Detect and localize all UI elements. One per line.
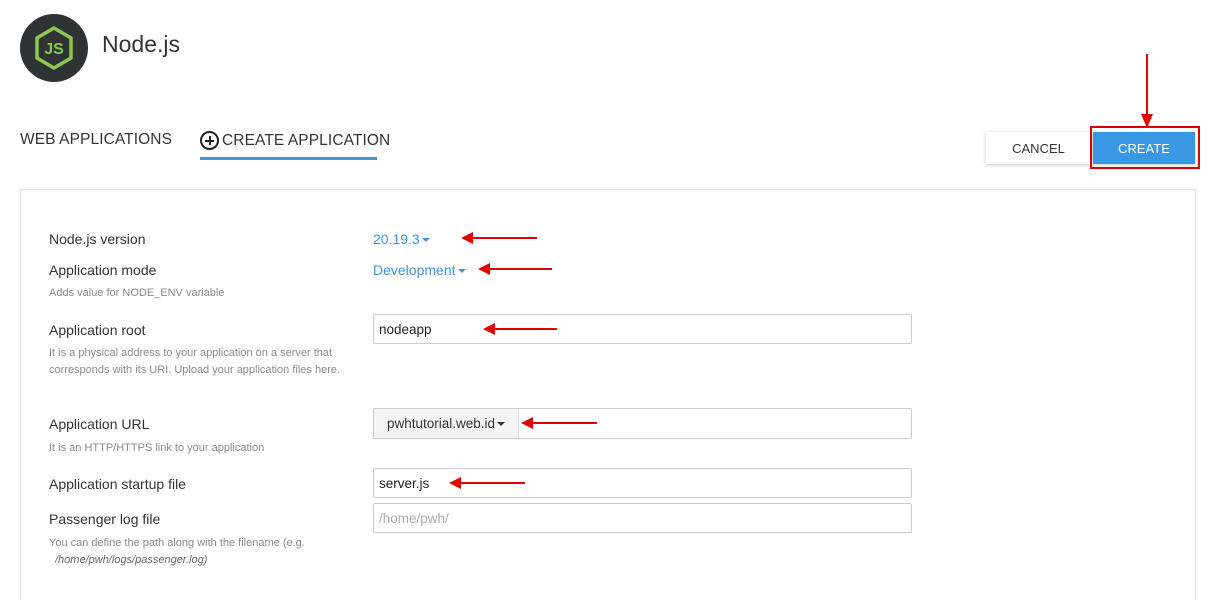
app-mode-label: Application mode [49,262,157,278]
caret-down-icon [457,269,466,274]
log-file-hint-example: /home/pwh/logs/passenger.log) [55,554,208,566]
create-button-highlight [1090,126,1200,169]
annotation-arrow [1141,54,1153,128]
app-mode-value: Development [373,262,456,278]
startup-file-input[interactable] [373,468,912,498]
app-root-hint: It is a physical address to your applica… [49,347,341,376]
svg-text:JS: JS [44,41,64,58]
app-root-label: Application root [49,322,146,338]
app-mode-dropdown[interactable]: Development [373,262,466,278]
caret-down-icon [421,238,430,243]
nodejs-logo-icon: JS [20,14,88,82]
app-url-path-input[interactable] [519,409,911,438]
tab-web-applications[interactable]: WEB APPLICATIONS [20,131,172,149]
active-tab-indicator [200,157,377,160]
log-file-hint-text: You can define the path along with the f… [49,537,305,549]
app-url-hint: It is an HTTP/HTTPS link to your applica… [49,442,265,454]
app-url-label: Application URL [49,416,150,432]
app-mode-hint: Adds value for NODE_ENV variable [49,287,225,299]
app-url-field: pwhtutorial.web.id [373,408,912,439]
node-version-dropdown[interactable]: 20.19.3 [373,231,430,247]
tab-create-application-label: CREATE APPLICATION [222,131,391,149]
log-file-hint: You can define the path along with the f… [49,535,305,569]
app-root-input[interactable] [373,314,912,344]
domain-dropdown[interactable]: pwhtutorial.web.id [374,409,519,438]
caret-down-icon [497,421,506,426]
tab-create-application[interactable]: CREATE APPLICATION [200,131,390,150]
plus-circle-icon [200,131,219,150]
cancel-button[interactable]: CANCEL [986,132,1091,164]
log-file-label: Passenger log file [49,511,161,527]
node-version-label: Node.js version [49,231,146,247]
log-file-input[interactable] [373,503,912,533]
startup-file-label: Application startup file [49,476,186,492]
page-title: Node.js [102,31,180,57]
domain-value: pwhtutorial.web.id [386,416,496,431]
node-version-value: 20.19.3 [373,231,420,247]
